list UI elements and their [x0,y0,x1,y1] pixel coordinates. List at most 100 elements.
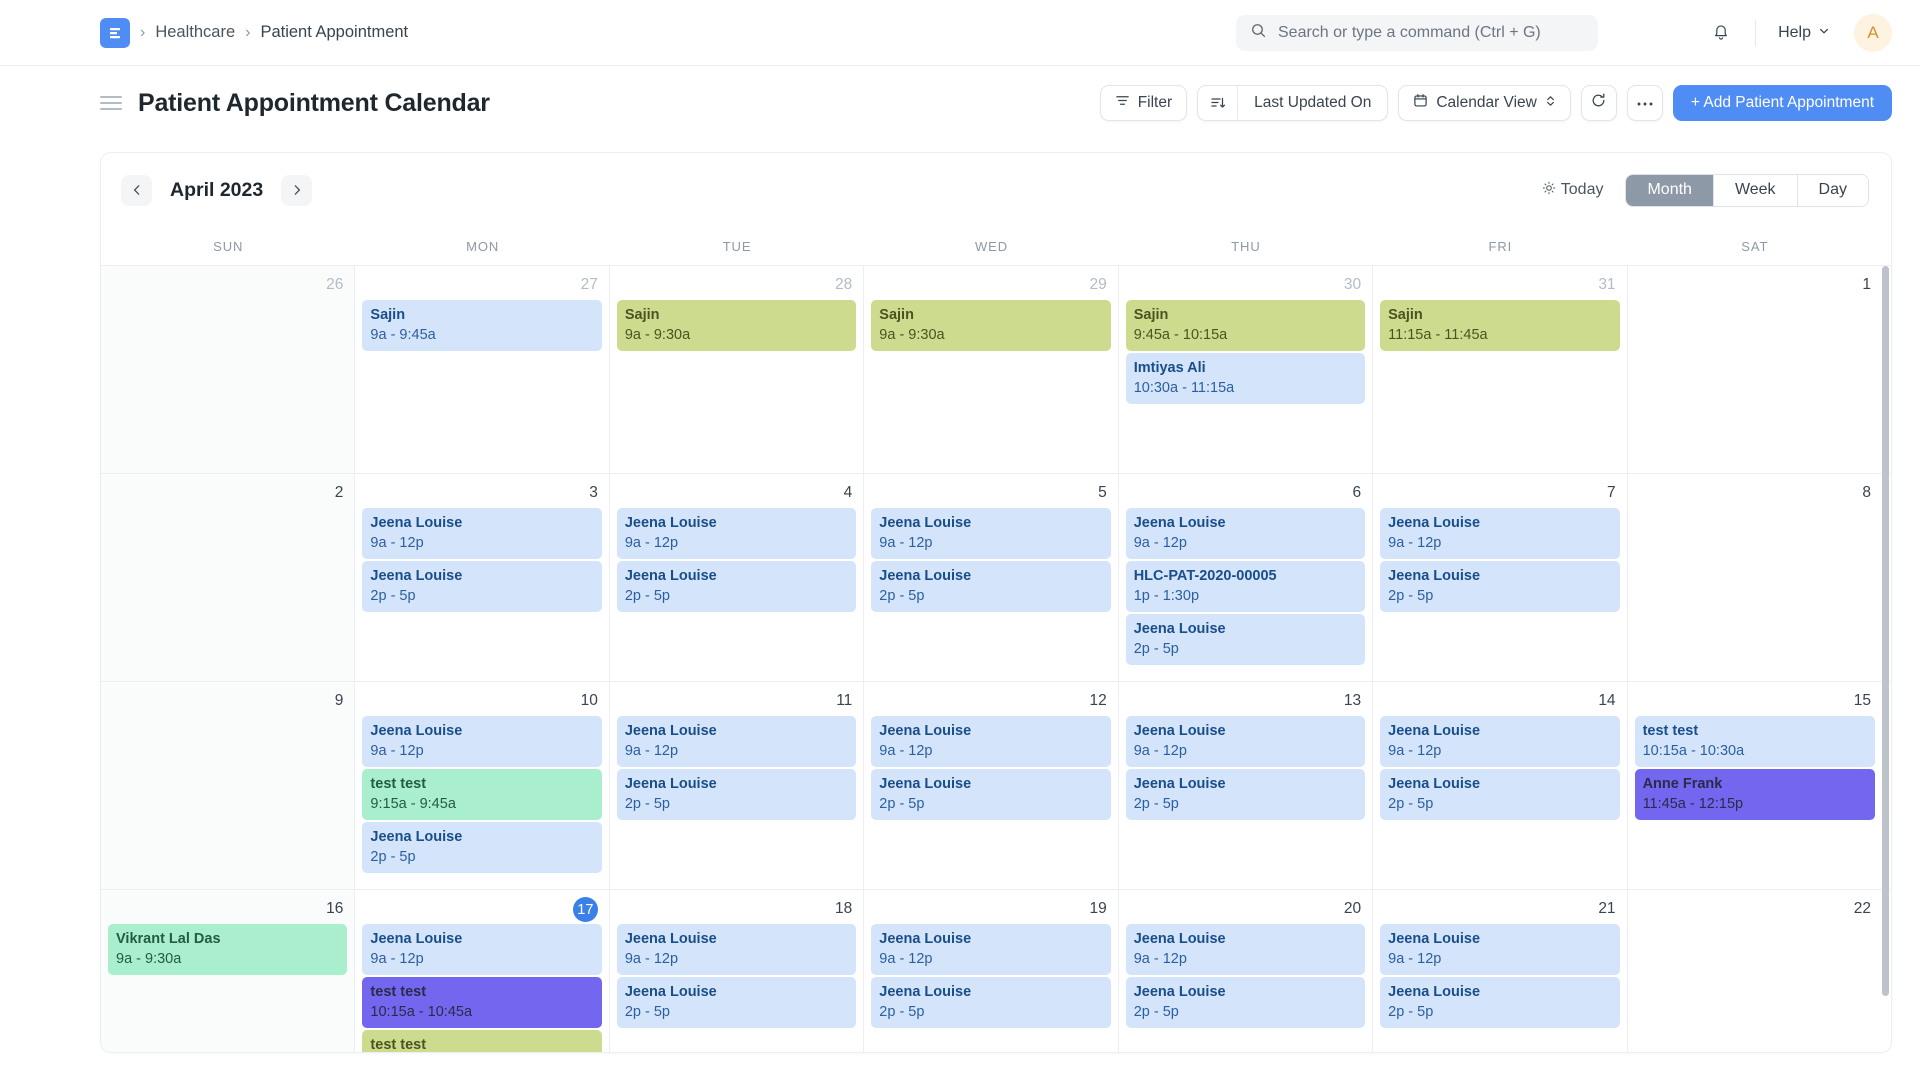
calendar-day-cell[interactable]: 7 Jeena Louise 9a - 12p Jeena Louise 2p - 5p [1373,474,1628,681]
add-patient-appointment-button[interactable]: + Add Patient Appointment [1672,85,1892,121]
hamburger-icon[interactable] [100,92,122,114]
sort-control[interactable]: Last Updated On [1197,85,1389,121]
today-button[interactable]: Today [1542,181,1603,200]
calendar-day-cell[interactable]: 17 Jeena Louise 9a - 12p test test 10:15a - … [355,890,610,1052]
calendar-event[interactable]: Jeena Louise 9a - 12p [1380,716,1620,768]
calendar-day-cell[interactable]: 26 [101,266,356,473]
calendar-event[interactable]: Jeena Louise 9a - 12p [1125,716,1366,768]
calendar-day-cell[interactable]: 1 [1627,266,1882,473]
calendar-event[interactable]: Jeena Louise 2p - 5p [1125,769,1366,821]
calendar-event[interactable]: Jeena Louise 9a - 12p [616,716,857,768]
filter-button[interactable]: Filter [1099,85,1188,121]
calendar-event[interactable]: HLC-PAT-2020-00005 1p - 1:30p [1125,561,1366,613]
calendar-day-cell[interactable]: 27 Sajin 9a - 9:45a [355,266,610,473]
calendar-event[interactable]: Jeena Louise 9a - 12p [1380,508,1620,560]
calendar-day-cell[interactable]: 19 Jeena Louise 9a - 12p Jeena Louise 2p - 5… [864,890,1119,1052]
calendar-event[interactable]: Sajin 11:15a - 11:45a [1380,300,1620,352]
calendar-event[interactable]: Jeena Louise 2p - 5p [1125,977,1366,1029]
calendar-event[interactable]: Vikrant Lal Das 9a - 9:30a [108,924,348,976]
refresh-button[interactable] [1580,85,1617,121]
calendar-day-cell[interactable]: 11 Jeena Louise 9a - 12p Jeena Louise 2p - 5… [609,682,865,889]
calendar-event[interactable]: Jeena Louise 2p - 5p [1125,614,1366,666]
calendar-event[interactable]: Jeena Louise 2p - 5p [871,561,1111,613]
frappe-logo-icon[interactable] [100,17,130,48]
calendar-event[interactable]: test test 10:15a - 10:45a [362,977,602,1029]
calendar-day-cell[interactable]: 21 Jeena Louise 9a - 12p Jeena Louise 2p - 5… [1373,890,1628,1052]
calendar-event[interactable]: Sajin 9a - 9:30a [871,300,1111,352]
calendar-event[interactable]: Sajin 9:45a - 10:15a [1125,300,1366,352]
calendar-day-cell[interactable]: 5 Jeena Louise 9a - 12p Jeena Louise 2p - 5p [864,474,1119,681]
calendar-day-cell[interactable]: 3 Jeena Louise 9a - 12p Jeena Louise 2p - 5p [355,474,610,681]
calendar-event[interactable]: Jeena Louise 9a - 12p [616,508,857,560]
calendar-day-cell[interactable]: 15 test test 10:15a - 10:30a Anne Frank 11:4… [1627,682,1882,889]
calendar-day-cell[interactable]: 18 Jeena Louise 9a - 12p Jeena Louise 2p - 5… [609,890,865,1052]
calendar-event[interactable]: Imtiyas Ali 10:30a - 11:15a [1125,353,1366,405]
calendar-event[interactable]: Jeena Louise 9a - 12p [362,716,602,768]
calendar-day-cell[interactable]: 20 Jeena Louise 9a - 12p Jeena Louise 2p - 5… [1118,890,1374,1052]
weekday-header-row: SUN MON TUE WED THU FRI SAT [101,227,1891,265]
breadcrumb-healthcare[interactable]: Healthcare [155,23,235,42]
search-icon [1250,22,1267,44]
calendar-event-time: 2p - 5p [1133,640,1179,657]
calendar-event[interactable]: Jeena Louise 9a - 12p [871,924,1111,976]
calendar-event-title: Sajin [879,307,914,323]
calendar-event[interactable]: test test11a - 11:30a [362,1030,602,1052]
calendar-event[interactable]: Jeena Louise 2p - 5p [871,769,1111,821]
calendar-day-cell[interactable]: 12 Jeena Louise 9a - 12p Jeena Louise 2p - 5… [864,682,1119,889]
view-switcher-button[interactable]: Calendar View [1398,85,1571,121]
calendar-event[interactable]: Jeena Louise 2p - 5p [362,561,602,613]
calendar-day-cell[interactable]: 30 Sajin 9:45a - 10:15a Imtiyas Ali 10:30a -… [1118,266,1374,473]
breadcrumb-separator-2: › [245,23,251,41]
calendar-event[interactable]: Jeena Louise 2p - 5p [616,769,857,821]
avatar[interactable]: A [1854,14,1892,52]
calendar-event[interactable]: test test 9:15a - 9:45a [362,769,602,821]
calendar-event[interactable]: Jeena Louise 9a - 12p [871,716,1111,768]
calendar-event[interactable]: Jeena Louise 9a - 12p [871,508,1111,560]
calendar-event[interactable]: Jeena Louise 2p - 5p [362,822,602,874]
month-label: April 2023 [170,178,264,201]
calendar-event[interactable]: Sajin 9a - 9:30a [616,300,857,352]
calendar-event[interactable]: Sajin 9a - 9:45a [362,300,602,352]
calendar-day-cell[interactable]: 6 Jeena Louise 9a - 12p HLC-PAT-2020-00005 1… [1118,474,1374,681]
calendar-day-cell[interactable]: 4 Jeena Louise 9a - 12p Jeena Louise 2p - 5p [609,474,865,681]
help-menu[interactable]: Help [1770,18,1838,48]
sort-field-label[interactable]: Last Updated On [1238,86,1387,120]
calendar-day-cell[interactable]: 29 Sajin 9a - 9:30a [864,266,1119,473]
calendar-day-cell[interactable]: 2 [101,474,356,681]
more-options-button[interactable] [1626,85,1663,121]
calendar-day-cell[interactable]: 28 Sajin 9a - 9:30a [609,266,865,473]
calendar-event[interactable]: Jeena Louise 2p - 5p [1380,769,1620,821]
calendar-day-cell[interactable]: 13 Jeena Louise 9a - 12p Jeena Louise 2p - 5… [1118,682,1374,889]
calendar-event[interactable]: Jeena Louise 9a - 12p [1125,924,1366,976]
calendar-day-cell[interactable]: 14 Jeena Louise 9a - 12p Jeena Louise 2p - 5… [1373,682,1628,889]
calendar-day-cell[interactable]: 10 Jeena Louise 9a - 12p test test 9:15a - 9… [355,682,610,889]
calendar-event[interactable]: Jeena Louise 2p - 5p [616,977,857,1029]
calendar-event[interactable]: Jeena Louise 9a - 12p [1125,508,1366,560]
breadcrumb-patient-appointment[interactable]: Patient Appointment [260,23,408,42]
search-input[interactable]: Search or type a command (Ctrl + G) [1236,15,1598,51]
calendar-event[interactable]: Jeena Louise 2p - 5p [871,977,1111,1029]
calendar-event[interactable]: Jeena Louise 2p - 5p [1380,561,1620,613]
calendar-day-cell[interactable]: 9 [101,682,356,889]
calendar-event[interactable]: Jeena Louise 9a - 12p [362,924,602,976]
calendar-event[interactable]: Jeena Louise 9a - 12p [616,924,857,976]
calendar-event[interactable]: Jeena Louise 9a - 12p [362,508,602,560]
view-mode-day[interactable]: Day [1797,174,1868,206]
prev-month-button[interactable] [121,174,152,206]
calendar-event-time: 11:15a - 11:45a [1388,326,1488,343]
calendar-event[interactable]: test test 10:15a - 10:30a [1634,716,1875,768]
calendar-event[interactable]: Jeena Louise 2p - 5p [1380,977,1620,1029]
sort-descending-icon[interactable] [1198,86,1239,120]
calendar-event[interactable]: Jeena Louise 2p - 5p [616,561,857,613]
bell-icon[interactable] [1701,13,1741,53]
calendar-day-cell[interactable]: 8 [1627,474,1882,681]
calendar-day-cell[interactable]: 31 Sajin 11:15a - 11:45a [1373,266,1628,473]
calendar-day-cell[interactable]: 16 Vikrant Lal Das 9a - 9:30a [101,890,356,1052]
calendar-event-title: test test [1642,723,1699,739]
view-mode-month[interactable]: Month [1626,174,1714,206]
next-month-button[interactable] [281,174,313,206]
calendar-event[interactable]: Jeena Louise 9a - 12p [1380,924,1620,976]
view-mode-week[interactable]: Week [1713,174,1798,206]
calendar-day-cell[interactable]: 22 [1627,890,1882,1052]
calendar-event[interactable]: Anne Frank 11:45a - 12:15p [1634,769,1875,821]
